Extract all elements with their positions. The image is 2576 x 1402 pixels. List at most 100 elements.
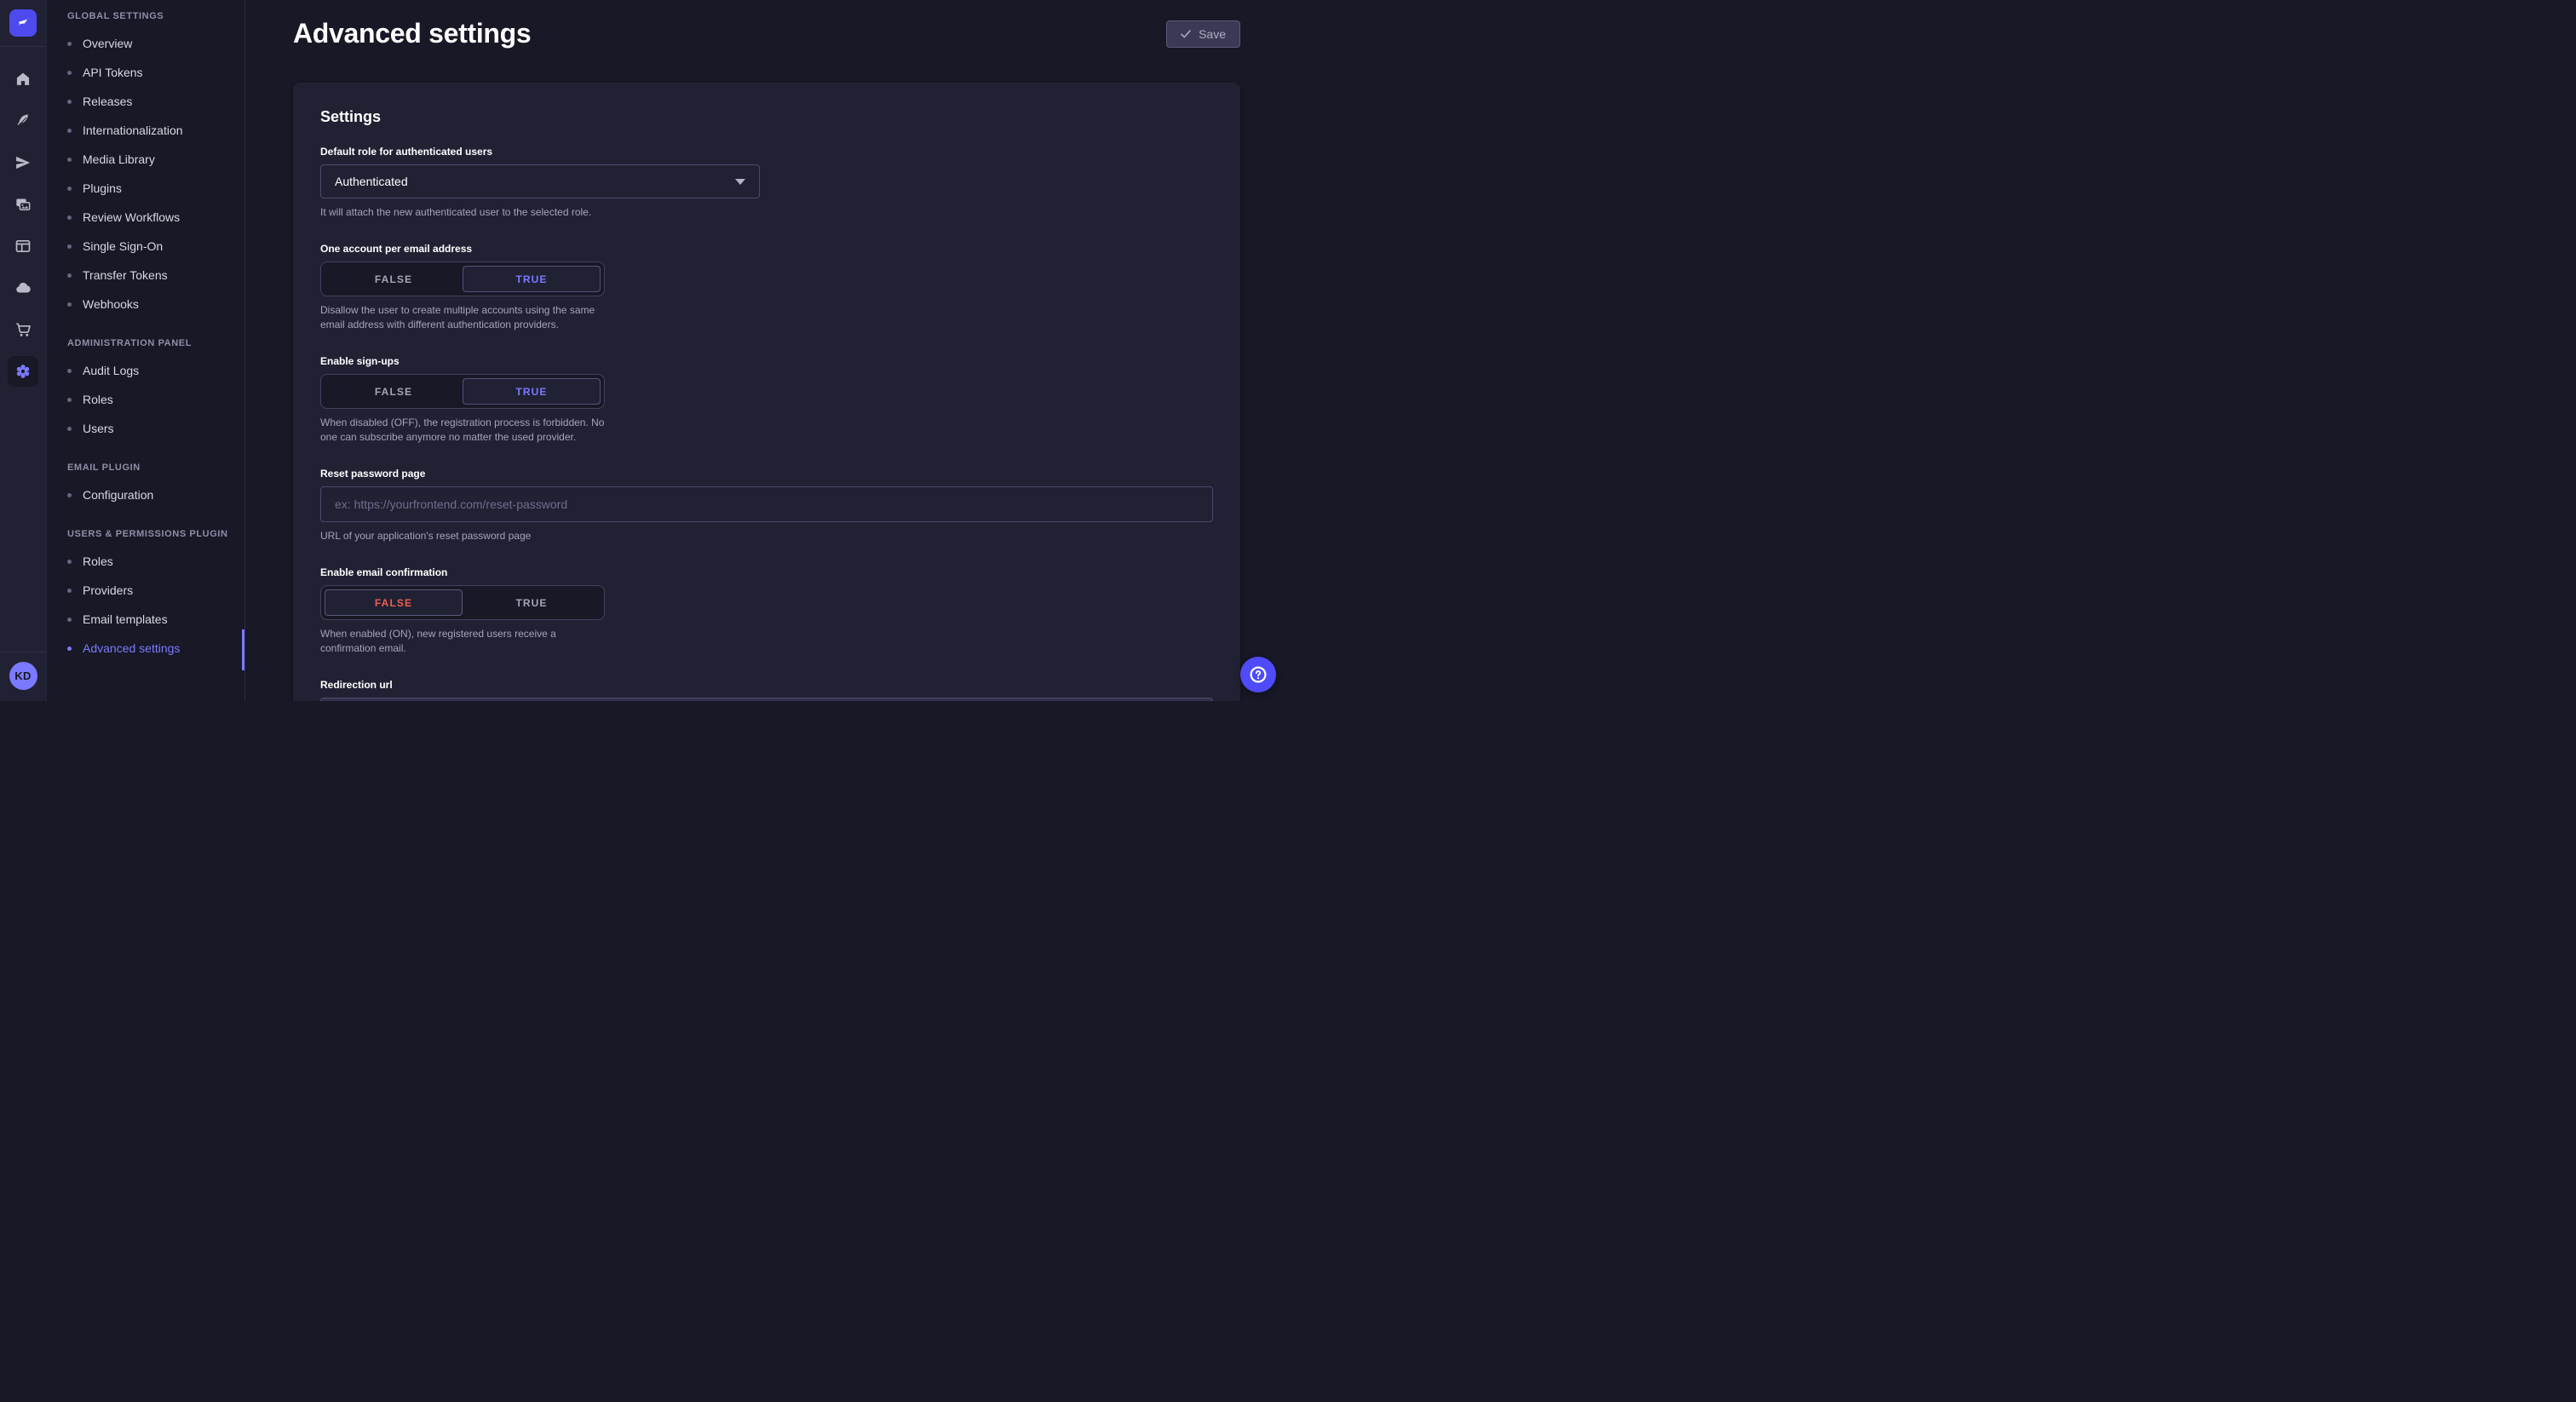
toggle-true-option[interactable]: TRUE xyxy=(463,378,601,405)
media-library-icon[interactable] xyxy=(8,189,38,220)
user-avatar[interactable]: KD xyxy=(9,662,37,690)
subnav-section-users-permissions-plugin: USERS & PERMISSIONS PLUGINRolesProviders… xyxy=(67,529,244,663)
sidebar-item-internationalization[interactable]: Internationalization xyxy=(67,116,244,145)
field-email-confirmation: Enable email confirmation FALSE TRUE Whe… xyxy=(320,566,605,656)
sidebar-item-label: Overview xyxy=(83,37,132,50)
bullet-icon xyxy=(67,187,72,191)
sidebar-item-providers[interactable]: Providers xyxy=(67,576,244,605)
select-value: Authenticated xyxy=(335,175,408,188)
field-label: Reset password page xyxy=(320,468,1213,480)
sidebar-item-webhooks[interactable]: Webhooks xyxy=(67,290,244,319)
reset-password-input[interactable] xyxy=(320,486,1213,522)
field-label: Enable email confirmation xyxy=(320,566,605,578)
bullet-icon xyxy=(67,493,72,497)
bullet-icon xyxy=(67,560,72,564)
field-hint: When disabled (OFF), the registration pr… xyxy=(320,416,605,445)
save-button[interactable]: Save xyxy=(1166,20,1240,48)
field-label: Enable sign-ups xyxy=(320,355,605,367)
layout-icon[interactable] xyxy=(8,231,38,261)
sidebar-item-label: Releases xyxy=(83,95,132,108)
email-confirmation-toggle[interactable]: FALSE TRUE xyxy=(320,585,605,620)
sidebar-item-roles[interactable]: Roles xyxy=(67,547,244,576)
cloud-icon[interactable] xyxy=(8,273,38,303)
sidebar-item-roles[interactable]: Roles xyxy=(67,385,244,414)
question-mark-icon xyxy=(1248,664,1268,685)
field-reset-password: Reset password page URL of your applicat… xyxy=(320,468,1213,543)
default-role-select[interactable]: Authenticated xyxy=(320,164,760,198)
sidebar-item-audit-logs[interactable]: Audit Logs xyxy=(67,356,244,385)
paper-plane-icon[interactable] xyxy=(8,147,38,178)
sidebar-item-label: Users xyxy=(83,422,114,435)
toggle-true-option[interactable]: TRUE xyxy=(463,589,601,616)
subnav-section-administration-panel: ADMINISTRATION PANELAudit LogsRolesUsers xyxy=(67,338,244,443)
strapi-logo[interactable] xyxy=(9,9,37,37)
toggle-true-option[interactable]: TRUE xyxy=(463,266,601,292)
one-account-toggle[interactable]: FALSE TRUE xyxy=(320,261,605,296)
home-icon[interactable] xyxy=(8,64,38,95)
toggle-false-option[interactable]: FALSE xyxy=(325,378,463,405)
sidebar-item-single-sign-on[interactable]: Single Sign-On xyxy=(67,232,244,261)
bullet-icon xyxy=(67,589,72,593)
toggle-false-option[interactable]: FALSE xyxy=(325,266,463,292)
check-icon xyxy=(1181,29,1191,39)
sidebar-item-transfer-tokens[interactable]: Transfer Tokens xyxy=(67,261,244,290)
sidebar-item-label: Plugins xyxy=(83,181,122,195)
sidebar-item-label: Audit Logs xyxy=(83,364,139,377)
sidebar-item-label: Single Sign-On xyxy=(83,239,163,253)
divider xyxy=(0,46,46,47)
field-hint: URL of your application's reset password… xyxy=(320,529,1213,543)
subnav-section-global-settings: GLOBAL SETTINGS Overview API Tokens Release… xyxy=(67,11,244,319)
field-label: Default role for authenticated users xyxy=(320,146,1213,158)
save-button-label: Save xyxy=(1199,27,1226,41)
field-default-role: Default role for authenticated users Aut… xyxy=(320,146,1213,220)
subnav-section-email-plugin: EMAIL PLUGIN Configuration xyxy=(67,463,244,509)
sign-ups-toggle[interactable]: FALSE TRUE xyxy=(320,374,605,409)
bullet-icon xyxy=(67,646,72,651)
sidebar-item-label: Media Library xyxy=(83,152,155,166)
main-content: Advanced settings Save Settings Default … xyxy=(245,0,1288,701)
sidebar-item-email-templates[interactable]: Email templates xyxy=(67,605,244,634)
settings-gear-icon[interactable] xyxy=(8,356,38,387)
bullet-icon xyxy=(67,42,72,46)
field-label: Redirection url xyxy=(320,679,1213,691)
field-redirection-url: Redirection url xyxy=(320,679,1213,701)
toggle-false-option[interactable]: FALSE xyxy=(325,589,463,616)
sidebar-item-users[interactable]: Users xyxy=(67,414,244,443)
settings-subnav: GLOBAL SETTINGS Overview API Tokens Release… xyxy=(47,0,245,701)
sidebar-item-api-tokens[interactable]: API Tokens xyxy=(67,58,244,87)
subnav-section-header: EMAIL PLUGIN xyxy=(67,463,244,473)
bullet-icon xyxy=(67,427,72,431)
main-nav-strip: KD xyxy=(0,0,47,701)
app-window: KD GLOBAL SETTINGS Overview API Tokens Rele… xyxy=(0,0,1288,701)
sidebar-item-label: Internationalization xyxy=(83,124,183,137)
sidebar-item-advanced-settings[interactable]: Advanced settings xyxy=(67,634,244,663)
sidebar-item-label: Roles xyxy=(83,554,113,568)
bullet-icon xyxy=(67,244,72,249)
sidebar-item-configuration[interactable]: Configuration xyxy=(67,480,244,509)
sidebar-item-plugins[interactable]: Plugins xyxy=(67,174,244,203)
bullet-icon xyxy=(67,398,72,402)
sidebar-item-label: Email templates xyxy=(83,612,168,626)
field-hint: It will attach the new authenticated use… xyxy=(320,205,1213,220)
marketplace-cart-icon[interactable] xyxy=(8,314,38,345)
bullet-icon xyxy=(67,618,72,622)
sidebar-item-label: Review Workflows xyxy=(83,210,180,224)
bullet-icon xyxy=(67,273,72,278)
help-button[interactable] xyxy=(1240,657,1276,692)
sidebar-item-label: Advanced settings xyxy=(83,641,180,655)
subnav-section-header: GLOBAL SETTINGS xyxy=(67,11,244,21)
bullet-icon xyxy=(67,158,72,162)
sidebar-item-review-workflows[interactable]: Review Workflows xyxy=(67,203,244,232)
nav-footer: KD xyxy=(0,652,46,701)
redirection-url-input[interactable] xyxy=(320,698,1213,701)
sidebar-item-media-library[interactable]: Media Library xyxy=(67,145,244,174)
panel-title: Settings xyxy=(320,108,1213,126)
sidebar-item-overview[interactable]: Overview xyxy=(67,29,244,58)
page-title: Advanced settings xyxy=(293,18,531,49)
sidebar-item-label: Configuration xyxy=(83,488,153,502)
feather-icon[interactable] xyxy=(8,106,38,136)
sidebar-item-releases[interactable]: Releases xyxy=(67,87,244,116)
chevron-down-icon xyxy=(735,179,745,185)
sidebar-item-label: Transfer Tokens xyxy=(83,268,168,282)
bullet-icon xyxy=(67,369,72,373)
